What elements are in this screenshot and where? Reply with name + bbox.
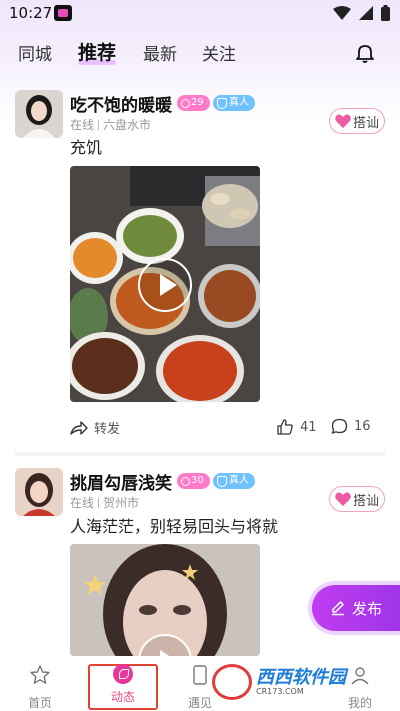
username[interactable]: 吃不饱的暖暖 — [70, 91, 172, 116]
watermark-title: 西西软件园 — [256, 666, 346, 688]
chat-button-label: 搭讪 — [352, 115, 379, 131]
comment-count: 16 — [354, 419, 371, 434]
post-card: 吃不饱的暖暖 29 真人 在线 六盘水市 搭讪 充饥 转发 41 16 — [0, 88, 400, 458]
status-bar: 10:27 — [0, 0, 400, 28]
watermark-url: CR173.COM — [256, 686, 304, 696]
real-person-badge: 真人 — [213, 473, 255, 489]
online-status: 在线 — [70, 118, 95, 132]
nav-home[interactable]: 首页 — [10, 664, 70, 711]
wifi-icon — [333, 6, 351, 20]
tab-latest[interactable]: 最新 — [143, 40, 177, 65]
chat-button[interactable]: 搭讪 — [329, 108, 385, 134]
share-icon — [70, 420, 88, 435]
post-divider — [15, 452, 385, 456]
user-meta: 在线 贺州市 — [70, 494, 139, 511]
tab-following[interactable]: 关注 — [202, 40, 236, 65]
bell-icon[interactable] — [354, 42, 376, 64]
watermark-logo-icon — [212, 664, 252, 700]
chat-button-label: 搭讪 — [352, 493, 379, 509]
avatar[interactable] — [15, 468, 63, 516]
post-actions: 转发 41 16 — [0, 418, 400, 442]
share-label: 转发 — [94, 422, 121, 437]
status-time: 10:27 — [9, 4, 53, 22]
post-text: 充饥 — [70, 138, 103, 157]
battery-icon — [381, 5, 390, 21]
chat-button[interactable]: 搭讪 — [329, 486, 385, 512]
signal-icon — [359, 6, 373, 20]
comment-icon — [331, 418, 348, 435]
location: 贺州市 — [103, 496, 140, 510]
like-button[interactable]: 41 — [276, 418, 317, 436]
top-tabs: 同城 推荐 最新 关注 — [0, 36, 400, 70]
pen-icon — [331, 601, 344, 616]
app-notification-icon — [54, 5, 72, 21]
username[interactable]: 挑眉勾唇浅笑 — [70, 469, 172, 494]
tab-recommended[interactable]: 推荐 — [78, 38, 116, 65]
nav-moments-label: 动态 — [110, 690, 135, 704]
thumbs-up-icon — [277, 419, 293, 435]
location: 六盘水市 — [103, 118, 152, 132]
site-watermark: 西西软件园 CR173.COM — [212, 662, 382, 702]
level-badge: 30 — [177, 473, 210, 489]
publish-button[interactable]: 发布 — [312, 585, 400, 631]
comment-button[interactable]: 16 — [331, 418, 371, 435]
video-thumbnail[interactable] — [70, 166, 260, 402]
heart-icon — [335, 492, 351, 506]
real-person-badge: 真人 — [213, 95, 255, 111]
user-meta: 在线 六盘水市 — [70, 116, 151, 133]
post-text: 人海茫茫，别轻易回头与将就 — [70, 517, 279, 536]
moments-icon — [113, 664, 133, 684]
avatar[interactable] — [15, 90, 63, 138]
tab-nearby[interactable]: 同城 — [18, 40, 52, 65]
online-status: 在线 — [70, 496, 95, 510]
share-button[interactable]: 转发 — [70, 418, 120, 437]
publish-label: 发布 — [351, 599, 382, 618]
status-icons — [333, 5, 390, 21]
heart-icon — [335, 114, 351, 128]
nav-home-label: 首页 — [27, 696, 52, 710]
nav-moments[interactable]: 动态 — [93, 664, 153, 705]
video-thumbnail[interactable] — [70, 544, 260, 656]
phone-icon — [193, 665, 207, 685]
star-icon — [30, 665, 50, 684]
play-button[interactable] — [138, 258, 192, 312]
level-badge: 29 — [177, 95, 210, 111]
like-count: 41 — [300, 419, 317, 435]
